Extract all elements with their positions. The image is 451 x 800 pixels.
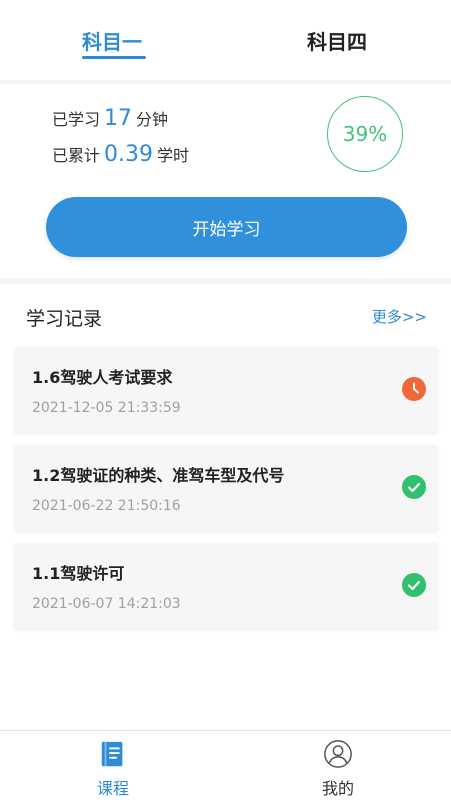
study-records-section: 学习记录 更多>> 1.6驾驶人考试要求 2021-12-05 21:33:59… [0, 284, 451, 730]
studied-minutes-value: 17 [104, 106, 133, 131]
record-item[interactable]: 1.2驾驶证的种类、准驾车型及代号 2021-06-22 21:50:16 [14, 445, 438, 531]
studied-unit: 分钟 [136, 110, 169, 129]
check-icon [402, 573, 426, 597]
tab-active-indicator [82, 56, 146, 59]
book-icon [101, 741, 123, 767]
total-unit: 学时 [157, 146, 190, 165]
nav-item-mine[interactable]: 我的 [298, 739, 378, 799]
start-study-label: 开始学习 [192, 219, 261, 240]
subject-tabs: 科目一 科目四 [0, 0, 451, 80]
check-icon [402, 475, 426, 499]
record-item[interactable]: 1.6驾驶人考试要求 2021-12-05 21:33:59 [14, 347, 438, 433]
nav-item-course[interactable]: 课程 [73, 739, 153, 799]
record-time: 2021-06-07 14:21:03 [32, 596, 181, 612]
progress-percent: 39% [342, 122, 388, 146]
bottom-nav: 课程 我的 [0, 730, 451, 800]
progress-circle: 39% [327, 96, 403, 172]
record-title: 1.2驾驶证的种类、准驾车型及代号 [32, 466, 285, 485]
record-title: 1.6驾驶人考试要求 [32, 368, 173, 387]
nav-label-mine: 我的 [321, 779, 354, 798]
user-icon [324, 740, 352, 768]
studied-minutes-line: 已学习 17 分钟 [52, 106, 168, 131]
record-item[interactable]: 1.1驾驶许可 2021-06-07 14:21:03 [14, 543, 438, 629]
more-records-link[interactable]: 更多>> [372, 306, 427, 327]
tab-subject-four[interactable]: 科目四 [307, 26, 367, 55]
start-study-button[interactable]: 开始学习 [46, 197, 407, 257]
nav-label-course: 课程 [96, 779, 129, 798]
studied-prefix: 已学习 [52, 110, 101, 129]
total-hours-value: 0.39 [104, 142, 153, 167]
records-title: 学习记录 [26, 308, 103, 330]
total-prefix: 已累计 [52, 146, 101, 165]
total-hours-line: 已累计 0.39 学时 [52, 142, 189, 167]
tab-subject-one[interactable]: 科目一 [82, 26, 142, 55]
record-time: 2021-06-22 21:50:16 [32, 498, 181, 514]
study-stats-card: 已学习 17 分钟 已累计 0.39 学时 39% 开始学习 [0, 84, 451, 278]
record-title: 1.1驾驶许可 [32, 564, 125, 583]
clock-icon [402, 377, 426, 401]
record-time: 2021-12-05 21:33:59 [32, 400, 181, 416]
